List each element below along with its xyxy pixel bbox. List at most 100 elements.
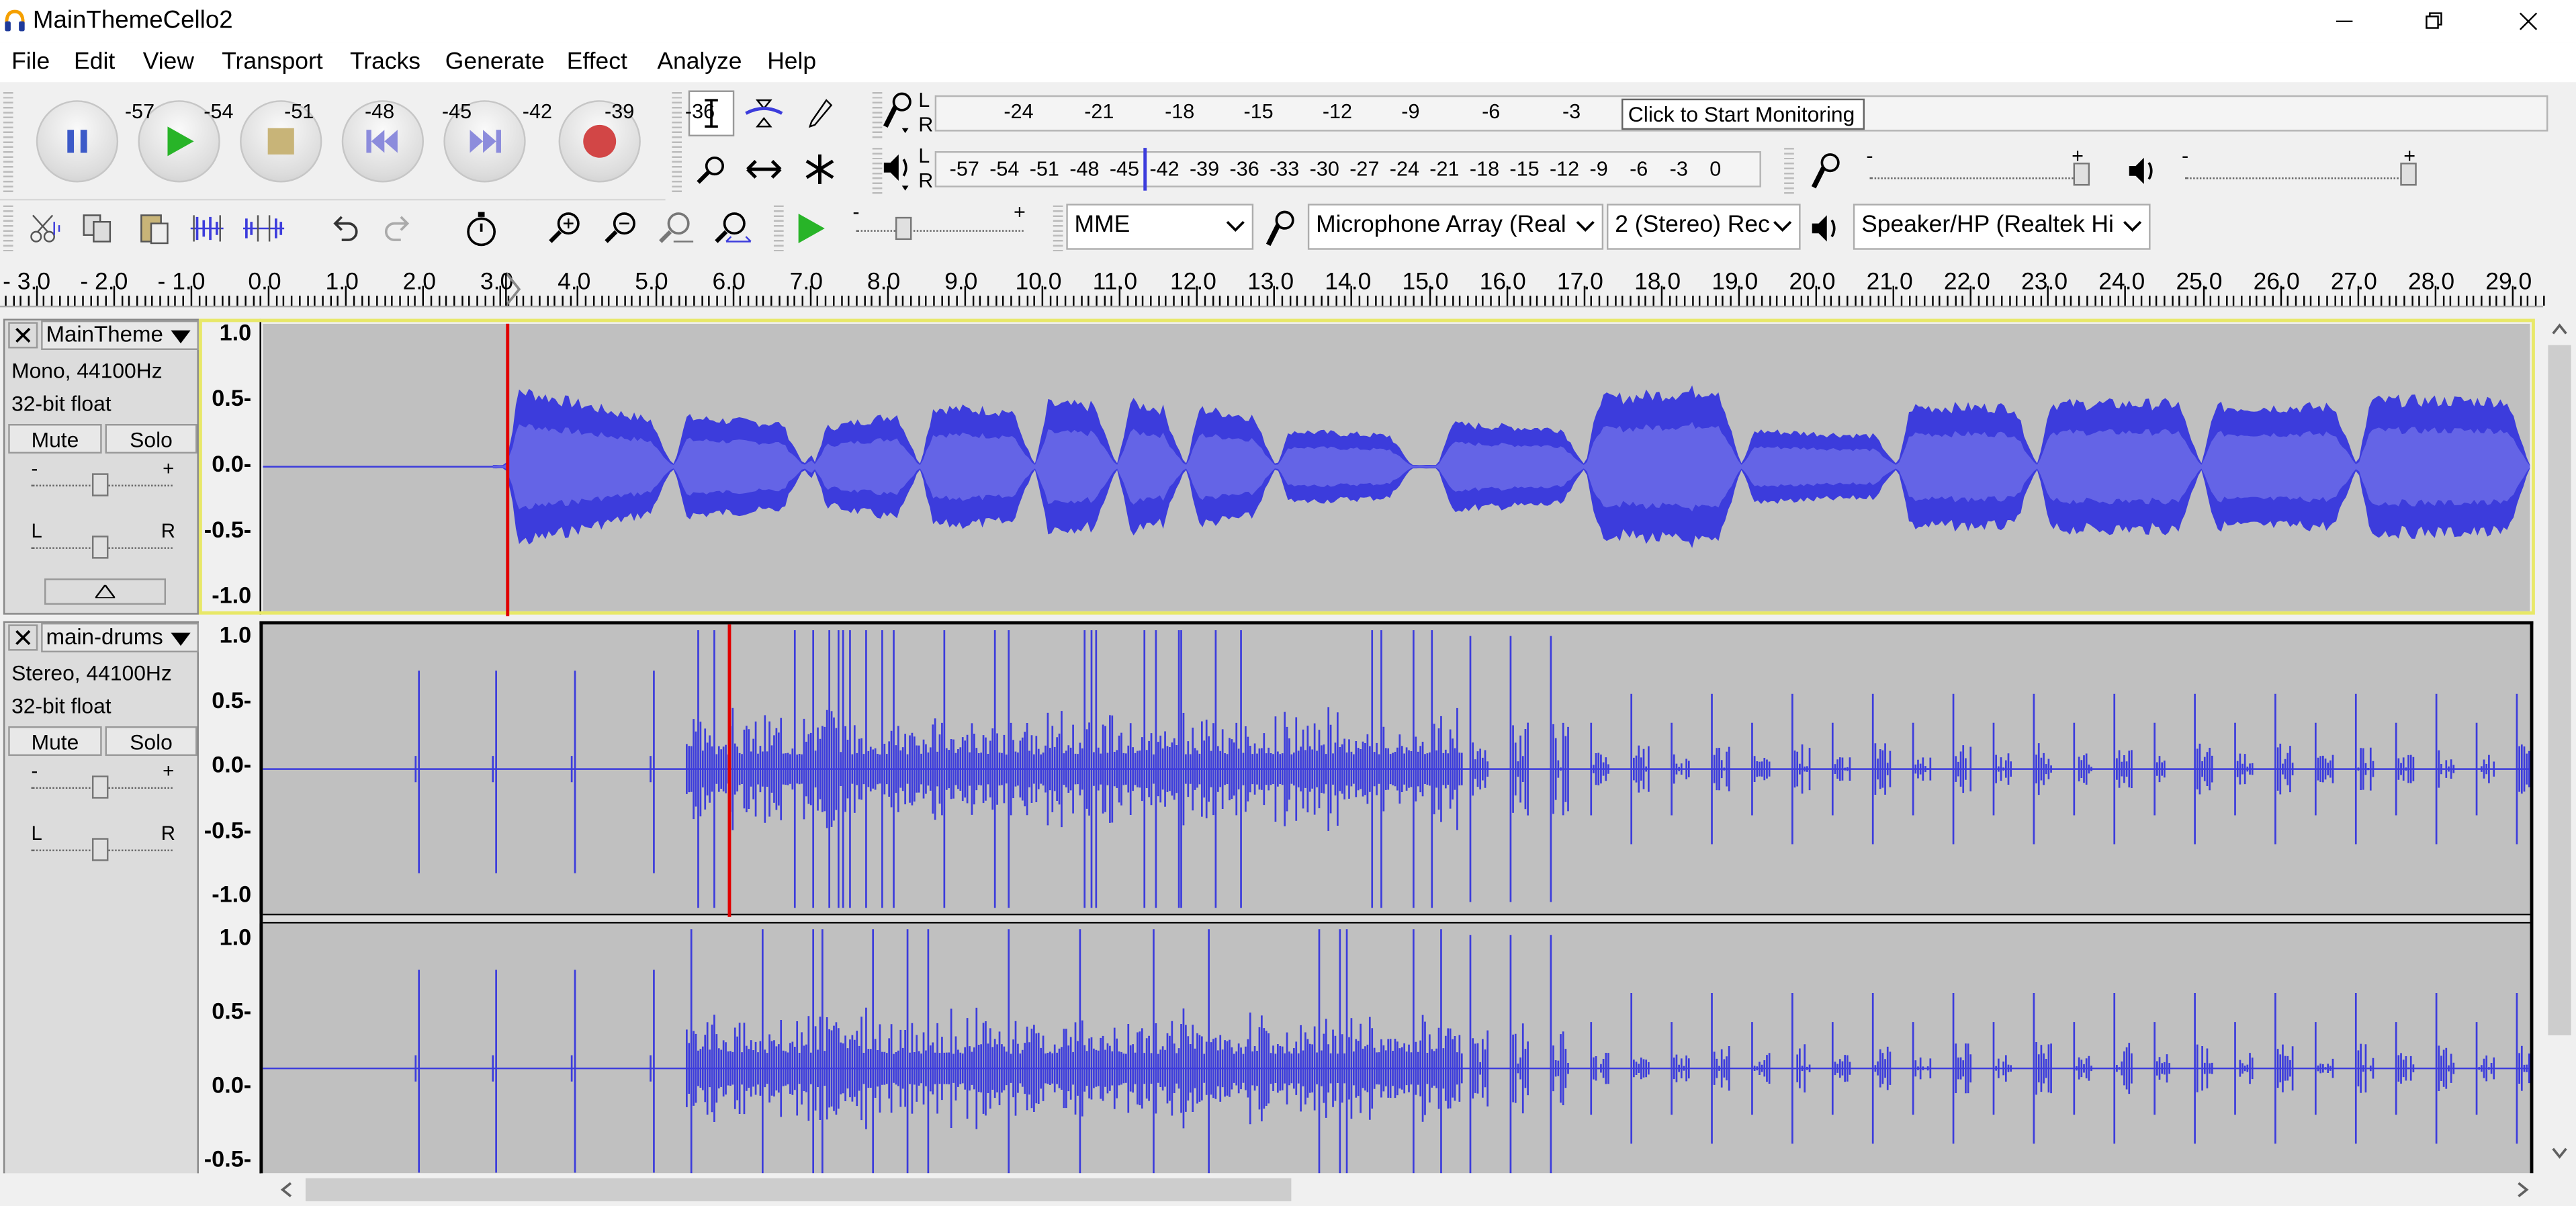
collapse-track-button[interactable]: [44, 578, 167, 605]
slider-thumb[interactable]: [2400, 163, 2417, 186]
ruler-tick: [445, 296, 448, 306]
time-shift-tool[interactable]: [741, 146, 787, 192]
copy-button[interactable]: [76, 206, 122, 251]
fit-selection-button[interactable]: [654, 206, 699, 251]
ruler-tick: [654, 286, 657, 306]
silence-audio-button[interactable]: [240, 206, 285, 251]
drums-right-channel-waveform[interactable]: [263, 923, 2530, 1174]
menu-file[interactable]: File: [11, 49, 50, 75]
track-name-menu[interactable]: MainTheme: [41, 320, 199, 350]
ruler-tick: [1622, 296, 1624, 306]
restore-button[interactable]: [2397, 0, 2473, 43]
ruler-tick: [1792, 296, 1794, 306]
track-vertical-ruler-left[interactable]: 1.0 0.5- 0.0- -0.5- -1.0: [200, 621, 261, 914]
ruler-tick: [1204, 296, 1206, 306]
pan-slider[interactable]: LR: [28, 822, 176, 872]
scroll-left-icon[interactable]: [279, 1182, 293, 1198]
ruler-tick: [662, 296, 664, 306]
play-speed-slider[interactable]: - +: [849, 200, 1030, 249]
recording-volume-slider[interactable]: - +: [1863, 144, 2090, 191]
slider-thumb[interactable]: [91, 473, 109, 497]
ruler-tick: [484, 296, 486, 306]
draw-tool[interactable]: [797, 91, 842, 136]
asterisk-icon: [805, 154, 834, 184]
recording-device-select[interactable]: Microphone Array (Real: [1307, 204, 1604, 250]
ruler-tick: [1243, 296, 1245, 306]
menu-analyze[interactable]: Analyze: [657, 49, 742, 75]
trim-audio-button[interactable]: [184, 206, 230, 251]
record-meter-tick: -39: [605, 100, 635, 124]
multi-tool[interactable]: [797, 146, 842, 192]
menu-edit[interactable]: Edit: [74, 49, 115, 75]
menu-transport[interactable]: Transport: [222, 49, 322, 75]
fit-project-button[interactable]: [710, 206, 756, 251]
redo-button[interactable]: [375, 206, 420, 251]
toolbar-grip[interactable]: [3, 205, 13, 252]
zoom-tool[interactable]: [689, 146, 734, 192]
zoom-out-button[interactable]: [598, 206, 643, 251]
play-head-marker-icon: [504, 271, 521, 307]
track-vertical-ruler-right[interactable]: 1.0 0.5- 0.0- -0.5-: [200, 923, 261, 1174]
toolbar-grip[interactable]: [1053, 205, 1063, 252]
close-track-button[interactable]: [8, 322, 38, 349]
slider-thumb[interactable]: [895, 216, 912, 241]
menu-generate[interactable]: Generate: [445, 49, 545, 75]
undo-button[interactable]: [322, 206, 367, 251]
gain-slider[interactable]: - +: [28, 457, 176, 507]
slider-thumb[interactable]: [91, 535, 109, 559]
ruler-tick: [1722, 296, 1724, 306]
solo-button[interactable]: Solo: [105, 424, 197, 454]
maintheme-waveform[interactable]: [263, 323, 2530, 611]
ruler-tick: [1536, 296, 1539, 306]
toolbar-grip[interactable]: [1784, 148, 1794, 194]
ruler-tick: [2233, 296, 2235, 306]
toolbar-grip[interactable]: [672, 91, 682, 194]
slider-thumb[interactable]: [91, 838, 109, 861]
ruler-tick: [2101, 296, 2104, 306]
track-control-panel-main-drums[interactable]: main-drums Stereo, 44100Hz 32-bit float …: [3, 621, 199, 1174]
paste-button[interactable]: [132, 206, 177, 251]
timeline-ruler[interactable]: - 3.0- 2.0- 1.0 0.0 1.0 2.0 3.0 4.0 5.0 6.0 7.0 8…: [0, 259, 2544, 308]
horizontal-scroll-thumb[interactable]: [305, 1178, 1292, 1201]
horizontal-scrollbar[interactable]: [263, 1173, 2544, 1206]
menu-tracks[interactable]: Tracks: [350, 49, 420, 75]
ruler-tick: [1080, 296, 1082, 306]
scroll-up-icon[interactable]: [2551, 322, 2567, 335]
close-track-button[interactable]: [8, 624, 38, 651]
play-icon: [798, 213, 825, 243]
play-at-speed-button[interactable]: [787, 206, 833, 251]
slider-thumb[interactable]: [2073, 163, 2090, 186]
minimize-button[interactable]: [2307, 0, 2383, 43]
drums-left-channel-waveform[interactable]: [263, 624, 2530, 914]
close-window-button[interactable]: [2491, 0, 2567, 43]
mute-button[interactable]: Mute: [8, 424, 102, 454]
scroll-down-icon[interactable]: [2551, 1147, 2567, 1160]
ruler-tick: [2210, 296, 2212, 306]
envelope-tool[interactable]: [741, 91, 787, 136]
cut-button[interactable]: [23, 206, 69, 251]
pause-button[interactable]: [36, 100, 119, 183]
recording-channels-select[interactable]: 2 (Stereo) Rec: [1606, 204, 1801, 250]
zoom-in-button[interactable]: [542, 206, 588, 251]
mute-button[interactable]: Mute: [8, 726, 102, 757]
ruler-tick: [1413, 296, 1415, 306]
vertical-scrollbar[interactable]: [2543, 312, 2576, 1174]
toolbar-grip[interactable]: [3, 91, 13, 194]
menu-view[interactable]: View: [143, 49, 194, 75]
slider-thumb[interactable]: [91, 775, 109, 799]
solo-button[interactable]: Solo: [105, 726, 197, 757]
vertical-scroll-thumb[interactable]: [2548, 345, 2571, 1035]
menu-help[interactable]: Help: [767, 49, 816, 75]
track-control-panel-maintheme[interactable]: MainTheme Mono, 44100Hz 32-bit float Mut…: [3, 318, 199, 615]
menu-effect[interactable]: Effect: [567, 49, 627, 75]
scroll-right-icon[interactable]: [2517, 1182, 2530, 1198]
track-name-menu[interactable]: main-drums: [41, 622, 199, 652]
pan-slider[interactable]: LR: [28, 519, 176, 570]
playback-volume-slider[interactable]: - +: [2178, 144, 2417, 191]
playback-device-select[interactable]: Speaker/HP (Realtek Hi: [1853, 204, 2151, 250]
audio-host-select[interactable]: MME: [1066, 204, 1254, 250]
toolbar-grip[interactable]: [773, 205, 784, 252]
gain-slider[interactable]: - +: [28, 759, 176, 810]
monitor-tooltip[interactable]: Click to Start Monitoring: [1622, 98, 1865, 130]
sync-lock-button[interactable]: [458, 206, 504, 251]
